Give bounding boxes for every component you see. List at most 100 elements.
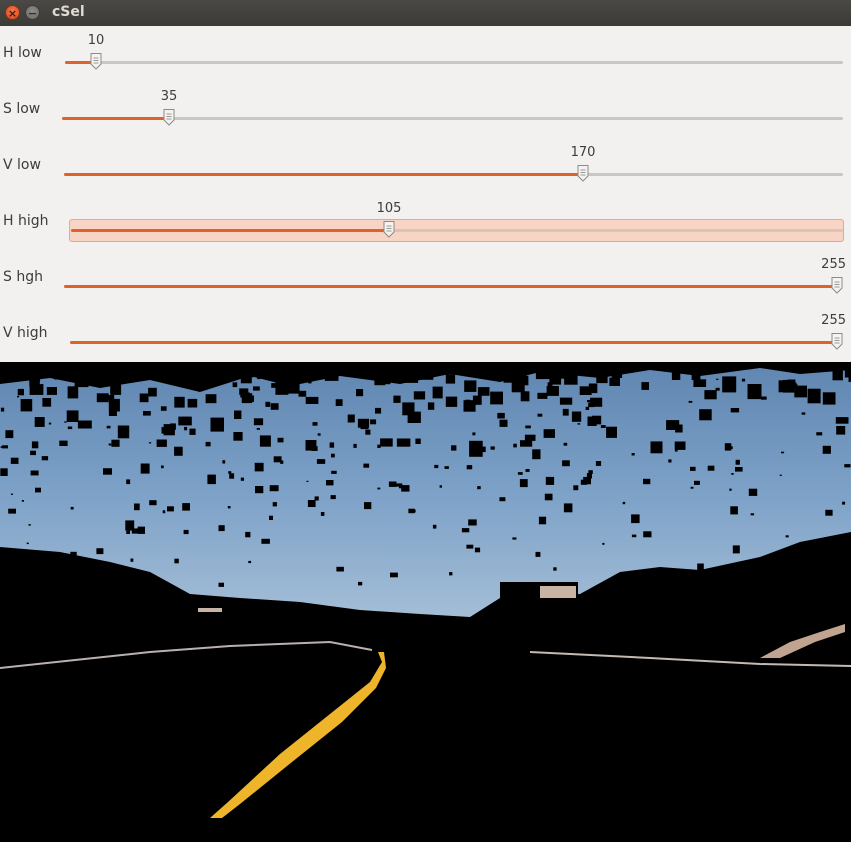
slider-track[interactable] — [71, 221, 843, 238]
mask-noise-patch — [271, 383, 278, 388]
mask-noise-patch — [587, 400, 591, 403]
slider-track[interactable] — [64, 165, 843, 182]
mask-noise-patch — [694, 480, 700, 485]
mask-noise-patch — [783, 379, 795, 393]
mask-noise-patch — [724, 443, 732, 451]
slider-track[interactable] — [64, 277, 843, 294]
mask-noise-patch — [451, 445, 457, 451]
mask-noise-patch — [432, 524, 437, 529]
mask-noise-patch — [588, 383, 598, 394]
mask-noise-patch — [245, 531, 251, 538]
sign-panel — [540, 586, 576, 598]
mask-noise-patch — [118, 434, 122, 437]
mask-noise-patch — [410, 509, 416, 513]
mask-noise-patch — [779, 474, 782, 476]
mask-noise-patch — [497, 412, 505, 419]
mask-noise-patch — [735, 459, 740, 465]
mask-noise-patch — [380, 438, 393, 447]
mask-noise-patch — [0, 468, 8, 476]
mask-noise-patch — [499, 497, 506, 502]
slider-thumb[interactable] — [577, 164, 590, 182]
mask-noise-patch — [8, 508, 16, 514]
close-icon[interactable]: × — [5, 5, 20, 20]
mask-noise-patch — [17, 395, 20, 398]
mask-noise-patch — [131, 528, 140, 534]
slider-thumb[interactable] — [383, 220, 396, 238]
trackbar-panel: H low 10 S low 35 V low 170 H high 105 S… — [0, 26, 851, 362]
mask-noise-patch — [103, 468, 112, 475]
mask-noise-patch — [716, 378, 719, 380]
mask-noise-patch — [519, 479, 528, 488]
mask-noise-patch — [174, 396, 185, 408]
mask-noise-patch — [731, 473, 734, 475]
mask-noise-patch — [126, 530, 130, 534]
mask-noise-patch — [148, 442, 152, 444]
mask-noise-patch — [306, 480, 309, 482]
slider-thumb[interactable] — [831, 332, 844, 350]
mask-noise-patch — [559, 397, 573, 405]
mask-noise-patch — [108, 395, 115, 400]
mask-noise-patch — [170, 423, 176, 430]
mask-noise-patch — [474, 547, 481, 553]
mask-noise-patch — [253, 418, 264, 426]
mask-noise-patch — [67, 386, 79, 399]
mask-noise-patch — [358, 581, 363, 586]
slider-track[interactable] — [62, 109, 843, 126]
slider-track[interactable] — [70, 333, 843, 350]
mask-noise-patch — [735, 467, 743, 472]
slider-fill — [70, 341, 837, 344]
slider-value: 255 — [821, 313, 846, 328]
mask-noise-patch — [96, 393, 109, 403]
mask-noise-patch — [239, 388, 249, 395]
mask-noise-patch — [31, 441, 39, 449]
mask-noise-patch — [134, 503, 140, 511]
slider-value: 10 — [87, 33, 105, 48]
mask-noise-patch — [449, 572, 453, 576]
minimize-icon[interactable]: − — [25, 5, 40, 20]
mask-noise-patch — [439, 485, 442, 488]
mask-noise-patch — [493, 398, 499, 402]
mask-noise-patch — [227, 506, 231, 509]
mask-noise-patch — [273, 456, 282, 463]
mask-noise-patch — [265, 401, 271, 407]
mask-noise-patch — [272, 502, 277, 507]
mask-noise-patch — [643, 531, 652, 538]
slider-label: S hgh — [3, 269, 43, 285]
mask-noise-patch — [825, 509, 833, 516]
mask-noise-patch — [674, 441, 686, 450]
slider-row-s-high: S hgh 255 — [0, 250, 851, 306]
mask-noise-patch — [269, 485, 279, 492]
mask-noise-patch — [30, 450, 36, 456]
mask-noise-patch — [42, 398, 52, 407]
slider-thumb[interactable] — [163, 108, 176, 126]
mask-noise-patch — [34, 417, 45, 427]
mask-noise-patch — [517, 472, 523, 475]
mask-noise-patch — [232, 382, 238, 388]
mask-noise-patch — [466, 544, 474, 549]
slider-row-h-high: H high 105 — [0, 194, 851, 250]
slider-fill — [62, 117, 169, 120]
mask-noise-patch — [675, 424, 683, 433]
mask-noise-patch — [580, 479, 587, 485]
mask-noise-patch — [189, 428, 196, 435]
mask-noise-patch — [240, 477, 244, 481]
mask-noise-patch — [609, 377, 620, 386]
mask-noise-patch — [320, 512, 325, 516]
mask-noise-patch — [228, 471, 232, 474]
mask-noise-patch — [535, 551, 541, 557]
mask-noise-patch — [832, 370, 843, 381]
mask-noise-patch — [149, 500, 157, 506]
mask-noise-patch — [207, 474, 216, 485]
mask-noise-patch — [30, 470, 39, 476]
mask-noise-patch — [305, 440, 317, 451]
mask-noise-patch — [298, 390, 307, 397]
mask-noise-patch — [592, 415, 602, 425]
mask-noise-patch — [356, 389, 364, 397]
slider-thumb[interactable] — [90, 52, 103, 70]
mask-noise-patch — [476, 446, 486, 453]
mask-noise-patch — [622, 501, 626, 505]
mask-noise-patch — [427, 402, 435, 410]
slider-track[interactable] — [65, 53, 843, 70]
slider-thumb[interactable] — [831, 276, 844, 294]
mask-noise-patch — [537, 413, 543, 417]
